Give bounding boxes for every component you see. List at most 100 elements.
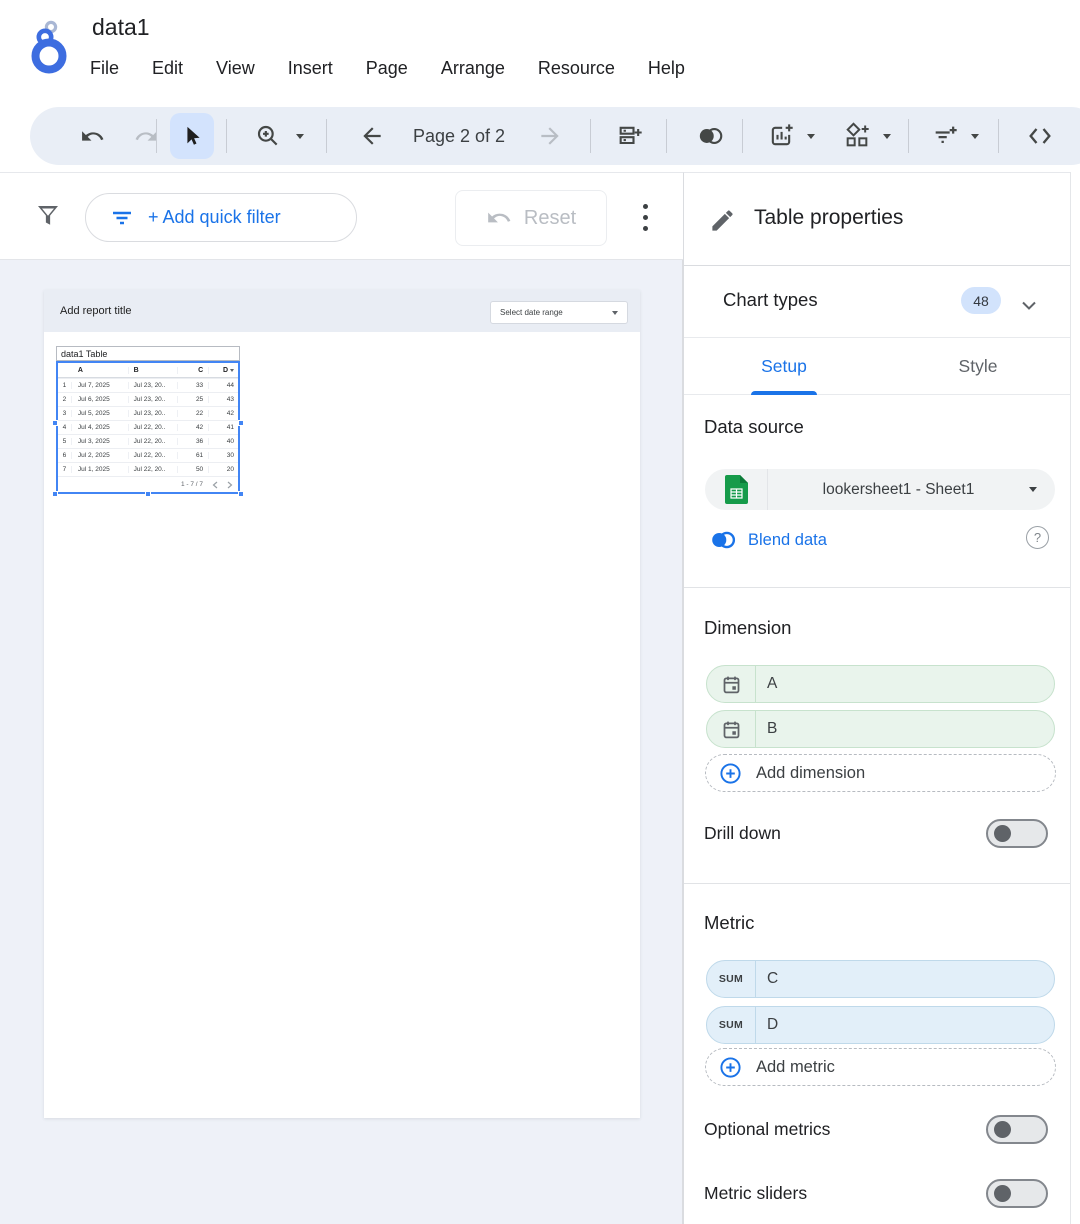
metric-sliders-label: Metric sliders	[704, 1183, 807, 1204]
selection-handle-bottom-right[interactable]	[238, 491, 244, 497]
data-source-selector[interactable]: lookersheet1 - Sheet1	[705, 469, 1055, 510]
add-dimension-button[interactable]: Add dimension	[705, 754, 1056, 792]
date-range-control[interactable]: Select date range	[490, 301, 628, 324]
reset-button[interactable]: Reset	[455, 190, 607, 246]
arrow-left-icon	[359, 123, 385, 149]
drill-down-label: Drill down	[704, 823, 781, 844]
table-pagination: 1 - 7 / 7	[58, 476, 238, 492]
column-header[interactable]: B	[129, 367, 179, 374]
chart-types-row[interactable]: Chart types 48	[684, 266, 1070, 338]
report-canvas[interactable]: Add report title Select date range data1…	[0, 260, 683, 1224]
cursor-icon	[181, 125, 203, 147]
table-chart-element[interactable]: data1 Table A B C D 1Jul 7, 2025Jul 23, …	[56, 346, 240, 494]
column-header[interactable]: C	[178, 367, 209, 374]
toolbar: Page 2 of 2	[0, 100, 1080, 172]
more-tools-button[interactable]	[1072, 107, 1080, 165]
menu-resource[interactable]: Resource	[538, 58, 615, 79]
select-tool-button[interactable]	[170, 113, 214, 159]
drill-down-toggle[interactable]	[986, 819, 1048, 848]
calendar-icon	[707, 711, 756, 747]
selection-handle-bottom[interactable]	[145, 491, 151, 497]
metric-sliders-toggle[interactable]	[986, 1179, 1048, 1208]
toolbar-pill: Page 2 of 2	[30, 107, 1080, 165]
toolbar-separator	[156, 119, 157, 153]
toolbar-separator	[590, 119, 591, 153]
column-header-sorted[interactable]: D	[209, 367, 238, 374]
report-title-placeholder[interactable]: Add report title	[60, 290, 132, 332]
add-data-button[interactable]	[608, 107, 652, 165]
panel-tabs: Setup Style	[684, 338, 1070, 395]
column-header[interactable]: A	[72, 367, 129, 374]
metric-field-c[interactable]: SUM C	[706, 960, 1055, 998]
sort-icon	[230, 369, 234, 372]
add-community-viz-caret[interactable]	[878, 107, 896, 165]
document-title[interactable]: data1	[92, 14, 150, 41]
filter-funnel-icon[interactable]	[33, 200, 63, 232]
selection-handle-bottom-left[interactable]	[52, 491, 58, 497]
metric-heading: Metric	[704, 912, 754, 934]
section-divider	[684, 883, 1070, 884]
panel-scrollbar-track[interactable]	[1070, 172, 1080, 1224]
undo-icon	[80, 124, 105, 149]
menu-arrange[interactable]: Arrange	[441, 58, 505, 79]
help-icon[interactable]: ?	[1026, 526, 1049, 549]
add-community-viz-button[interactable]	[836, 107, 878, 165]
chart-types-count-badge: 48	[961, 287, 1001, 314]
calendar-icon	[707, 666, 756, 702]
add-chart-button[interactable]	[760, 107, 802, 165]
page-indicator[interactable]: Page 2 of 2	[396, 107, 522, 165]
zoom-dropdown-caret[interactable]	[290, 107, 310, 165]
more-options-kebab-button[interactable]	[638, 197, 652, 237]
add-chart-icon	[767, 122, 795, 150]
table-row: 2Jul 6, 2025Jul 23, 20..2543	[58, 392, 238, 406]
aggregation-label: SUM	[719, 1019, 743, 1031]
menu-file[interactable]: File	[90, 58, 119, 79]
add-quick-filter-button[interactable]: + Add quick filter	[85, 193, 357, 242]
selection-handle-right[interactable]	[238, 420, 244, 426]
menu-page[interactable]: Page	[366, 58, 408, 79]
chevron-down-icon[interactable]	[1017, 293, 1041, 317]
add-control-button[interactable]	[924, 107, 966, 165]
table-header-row: A B C D	[58, 363, 238, 378]
metric-field-d[interactable]: SUM D	[706, 1006, 1055, 1044]
dimension-field-b[interactable]: B	[706, 710, 1055, 748]
looker-studio-logo-icon[interactable]	[24, 12, 76, 78]
tab-style[interactable]: Style	[881, 338, 1075, 395]
zoom-tool-button[interactable]	[248, 107, 288, 165]
add-chart-caret[interactable]	[802, 107, 820, 165]
optional-metrics-toggle[interactable]	[986, 1115, 1048, 1144]
filter-lines-icon	[110, 206, 134, 230]
menu-insert[interactable]: Insert	[288, 58, 333, 79]
tab-setup[interactable]: Setup	[687, 338, 881, 395]
table-row: 5Jul 3, 2025Jul 22, 20..3640	[58, 434, 238, 448]
page-next-icon[interactable]	[227, 481, 233, 489]
data-source-heading: Data source	[704, 416, 804, 438]
menu-view[interactable]: View	[216, 58, 255, 79]
redo-button[interactable]	[128, 107, 164, 165]
aggregation-label: SUM	[719, 973, 743, 985]
menu-help[interactable]: Help	[648, 58, 685, 79]
undo-button[interactable]	[74, 107, 110, 165]
dimension-field-a[interactable]: A	[706, 665, 1055, 703]
blend-icon	[706, 527, 739, 553]
previous-page-button[interactable]	[352, 107, 392, 165]
blend-data-button[interactable]: Blend data	[706, 525, 1051, 555]
next-page-button[interactable]	[530, 107, 570, 165]
add-metric-button[interactable]: Add metric	[705, 1048, 1056, 1086]
selection-handle-left[interactable]	[52, 420, 58, 426]
report-page[interactable]: Add report title Select date range data1…	[44, 290, 640, 1118]
google-sheets-icon	[705, 469, 768, 510]
toolbar-separator	[666, 119, 667, 153]
toolbar-separator	[326, 119, 327, 153]
menu-edit[interactable]: Edit	[152, 58, 183, 79]
section-divider	[684, 587, 1070, 588]
add-control-caret[interactable]	[966, 107, 984, 165]
blend-data-button[interactable]	[686, 107, 734, 165]
page-prev-icon[interactable]	[212, 481, 218, 489]
reset-undo-icon	[486, 205, 512, 231]
table-row: 1Jul 7, 2025Jul 23, 20..3344	[58, 378, 238, 392]
properties-panel: Table properties Chart types 48 Setup St…	[683, 172, 1070, 1224]
table-row: 7Jul 1, 2025Jul 22, 20..5020	[58, 462, 238, 476]
toolbar-separator	[998, 119, 999, 153]
embed-code-button[interactable]	[1018, 107, 1062, 165]
